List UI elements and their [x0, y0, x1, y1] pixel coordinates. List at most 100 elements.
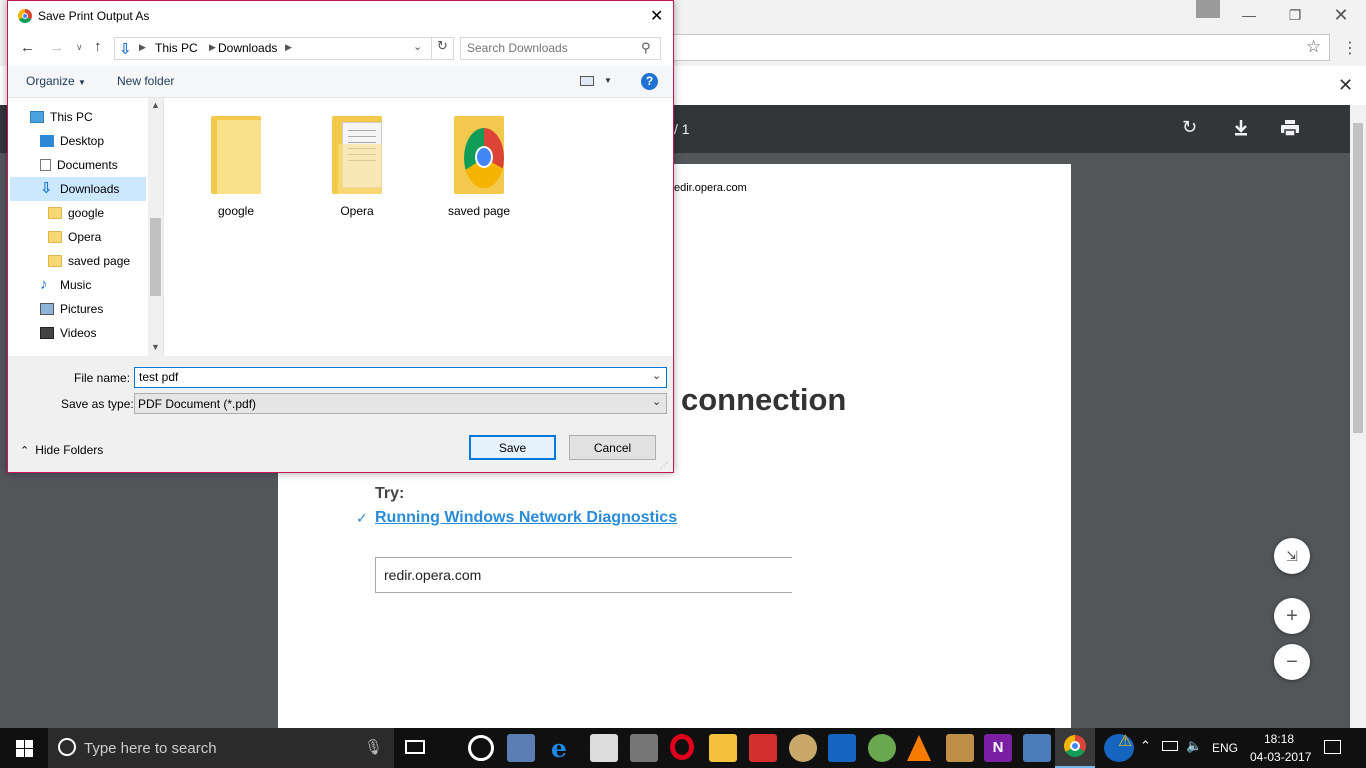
resize-grip-icon[interactable]: ⋰ — [660, 461, 668, 470]
folder-icon — [48, 255, 62, 267]
volume-icon[interactable]: 🔈 — [1186, 738, 1202, 754]
windows-start-icon[interactable] — [16, 740, 33, 760]
zoom-in-button[interactable]: + — [1274, 598, 1310, 634]
download-icon[interactable] — [1232, 119, 1250, 140]
chevron-up-icon: ⌃ — [20, 444, 30, 457]
save-type-select[interactable]: PDF Document (*.pdf) ⌄ — [134, 393, 667, 414]
view-dropdown-icon[interactable]: ▼ — [604, 76, 612, 85]
minimize-icon[interactable]: — — [1226, 0, 1272, 30]
file-name-input[interactable] — [139, 370, 639, 384]
forward-arrow-icon[interactable]: → — [49, 39, 64, 56]
pdf-diagnostics-link[interactable]: Running Windows Network Diagnostics — [375, 509, 677, 527]
up-arrow-icon[interactable]: ↑ — [94, 38, 102, 55]
chevron-down-icon[interactable]: ⌄ — [652, 395, 661, 408]
file-name-field[interactable]: ⌄ — [134, 367, 667, 388]
opera-icon[interactable] — [670, 734, 694, 760]
folder-icon — [48, 207, 62, 219]
check-icon: ✓ — [356, 510, 368, 526]
navigation-pane: This PC Desktop Documents ⇩ Downloads goo… — [8, 98, 163, 356]
action-center-icon[interactable] — [1324, 740, 1341, 754]
close-infobar-icon[interactable]: ✕ — [1338, 75, 1353, 96]
breadcrumb-this-pc[interactable]: This PC — [155, 41, 198, 55]
cancel-button[interactable]: Cancel — [569, 435, 656, 460]
help-icon[interactable]: ? — [641, 73, 658, 90]
battery-icon[interactable] — [1162, 741, 1178, 751]
breadcrumb-downloads[interactable]: Downloads — [218, 41, 277, 55]
recent-locations-icon[interactable]: ∨ — [76, 42, 83, 53]
onenote-icon[interactable]: N — [984, 734, 1012, 762]
network-app-icon[interactable] — [507, 734, 535, 762]
pdf-url-box: redir.opera.com — [375, 557, 792, 593]
scroll-up-icon[interactable]: ▲ — [151, 100, 160, 110]
charts-app-icon[interactable] — [828, 734, 856, 762]
pdf-url-text: redir.opera.com — [384, 567, 482, 583]
taskbar-search[interactable]: Type here to search 🎙 — [48, 728, 394, 768]
rotate-icon[interactable]: ↻ — [1182, 117, 1197, 138]
language-indicator[interactable]: ENG — [1212, 741, 1238, 755]
scroll-down-icon[interactable]: ▼ — [151, 342, 160, 352]
bookmark-star-icon[interactable]: ☆ — [1306, 37, 1321, 57]
address-bar[interactable] — [660, 34, 1330, 61]
pdf-heading: connection — [681, 382, 847, 417]
profile-avatar[interactable] — [1196, 0, 1220, 18]
folder-label: saved page — [447, 204, 511, 218]
pdf-header-url: edir.opera.com — [674, 182, 747, 194]
downloads-icon: ⇩ — [40, 180, 53, 197]
breadcrumb[interactable]: ⇩ ▶ This PC ▶ Downloads ▶ ⌄ ↻ — [114, 37, 454, 60]
taskbar-search-placeholder: Type here to search — [84, 740, 217, 757]
nav-label: Desktop — [60, 134, 105, 148]
hide-folders-toggle[interactable]: ⌃ Hide Folders — [20, 443, 103, 457]
nav-label: Documents — [57, 158, 118, 172]
groove-music-icon[interactable] — [468, 735, 494, 761]
folder-label: google — [217, 204, 255, 218]
close-window-icon[interactable]: ✕ — [1318, 0, 1364, 30]
folder-tile-opera[interactable]: Opera — [312, 114, 402, 218]
clock-date[interactable]: 04-03-2017 — [1250, 750, 1311, 764]
save-dialog: Save Print Output As ✕ ← → ∨ ↑ ⇩ ▶ This … — [7, 0, 674, 473]
restore-icon[interactable]: ❐ — [1272, 0, 1318, 30]
download-manager-icon[interactable] — [749, 734, 777, 762]
refresh-icon[interactable]: ↻ — [431, 38, 453, 59]
desktop-icon — [40, 135, 54, 147]
new-folder-button[interactable]: New folder — [117, 74, 174, 88]
utility-app-icon[interactable] — [946, 734, 974, 762]
taskbar-chrome-active[interactable] — [1055, 728, 1095, 768]
folder-tile-google[interactable]: google — [191, 114, 281, 218]
search-icon: ⚲ — [641, 40, 651, 55]
save-button[interactable]: Save — [469, 435, 556, 460]
presentation-app-icon[interactable] — [1023, 734, 1051, 762]
menu-icon[interactable]: ⋮ — [1342, 38, 1358, 58]
globe-app-icon[interactable] — [868, 734, 896, 762]
pdf-try-label: Try: — [375, 485, 405, 502]
file-explorer-icon[interactable] — [709, 734, 737, 762]
save-type-value: PDF Document (*.pdf) — [138, 397, 257, 411]
edge-icon[interactable]: e — [551, 734, 567, 763]
vlc-icon[interactable] — [907, 735, 931, 761]
dialog-command-bar: Organize ▼ New folder ▼ ? — [8, 66, 673, 98]
microphone-icon[interactable]: 🎙 — [364, 738, 383, 756]
camera-icon[interactable] — [590, 734, 618, 762]
nav-label: saved page — [68, 254, 131, 268]
organize-menu[interactable]: Organize ▼ — [26, 74, 86, 88]
chrome-icon — [18, 9, 32, 23]
view-options-icon[interactable] — [580, 76, 594, 86]
voice-recorder-icon[interactable] — [630, 734, 658, 762]
print-icon[interactable] — [1280, 119, 1300, 140]
nav-label: Opera — [68, 230, 102, 244]
zoom-out-button[interactable]: − — [1274, 644, 1310, 680]
chevron-down-icon[interactable]: ⌄ — [652, 369, 661, 382]
chevron-up-icon[interactable]: ⌃ — [1140, 738, 1151, 754]
paint-icon[interactable] — [789, 734, 817, 762]
search-input[interactable] — [467, 41, 637, 55]
task-view-icon[interactable] — [405, 740, 425, 754]
folder-tile-saved-page[interactable]: saved page — [434, 114, 524, 218]
close-dialog-icon[interactable]: ✕ — [650, 6, 663, 26]
chevron-down-icon[interactable]: ⌄ — [413, 40, 422, 53]
nav-scrollbar[interactable]: ▲ ▼ — [148, 98, 163, 356]
pdf-scrollbar[interactable] — [1350, 105, 1366, 728]
back-arrow-icon[interactable]: ← — [20, 39, 35, 56]
scroll-thumb[interactable] — [150, 218, 161, 296]
search-box[interactable]: ⚲ — [460, 37, 661, 60]
clock-time[interactable]: 18:18 — [1264, 732, 1294, 746]
fit-page-button[interactable]: ⇲ — [1274, 538, 1310, 574]
